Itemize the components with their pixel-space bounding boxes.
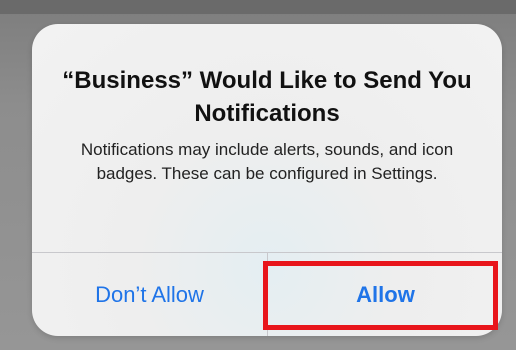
- dont-allow-button[interactable]: Don’t Allow: [32, 253, 267, 336]
- alert-message: Notifications may include alerts, sounds…: [80, 140, 454, 183]
- status-strip: [0, 0, 516, 14]
- allow-button[interactable]: Allow: [268, 253, 502, 336]
- alert-title: “Business” Would Like to Send You Notifi…: [62, 67, 472, 127]
- notification-permission-alert: “Business” Would Like to Send You Notifi…: [32, 24, 502, 336]
- alert-content: “Business” Would Like to Send You Notifi…: [32, 24, 502, 252]
